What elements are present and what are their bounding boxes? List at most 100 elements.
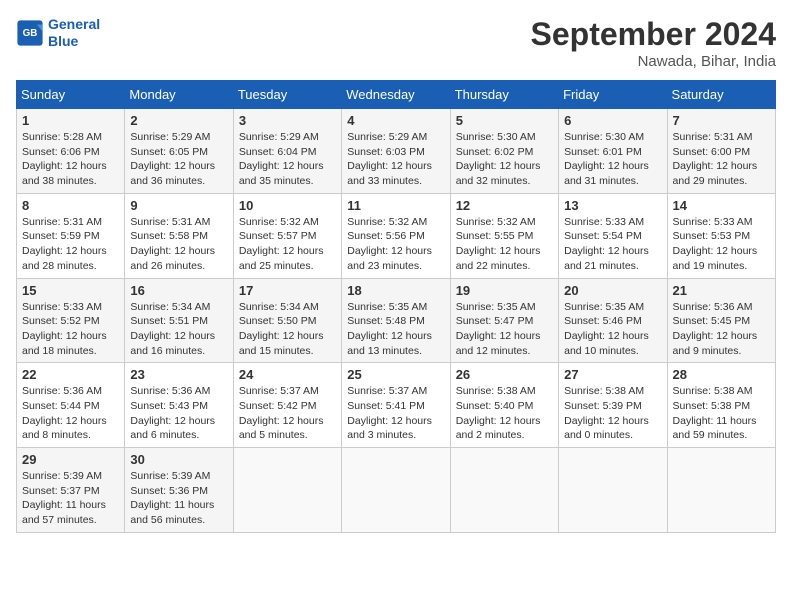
day-info: Sunrise: 5:33 AM Sunset: 5:52 PM Dayligh…: [22, 300, 119, 359]
day-info: Sunrise: 5:36 AM Sunset: 5:44 PM Dayligh…: [22, 384, 119, 443]
day-number: 1: [22, 113, 119, 128]
calendar-header: SundayMondayTuesdayWednesdayThursdayFrid…: [17, 81, 776, 109]
calendar-cell-4: 4Sunrise: 5:29 AM Sunset: 6:03 PM Daylig…: [342, 109, 450, 194]
day-info: Sunrise: 5:35 AM Sunset: 5:46 PM Dayligh…: [564, 300, 661, 359]
day-info: Sunrise: 5:28 AM Sunset: 6:06 PM Dayligh…: [22, 130, 119, 189]
day-number: 22: [22, 367, 119, 382]
logo: GB General Blue: [16, 16, 100, 50]
calendar-body: 1 Sunrise: 5:28 AM Sunset: 6:06 PM Daylig…: [17, 109, 776, 533]
header-day-friday: Friday: [559, 81, 667, 109]
calendar-cell-14: 14 Sunrise: 5:33 AM Sunset: 5:53 PM Dayli…: [667, 193, 775, 278]
day-number: 14: [673, 198, 770, 213]
day-info: Sunrise: 5:37 AM Sunset: 5:41 PM Dayligh…: [347, 384, 444, 443]
calendar-cell-23: 23 Sunrise: 5:36 AM Sunset: 5:43 PM Dayli…: [125, 363, 233, 448]
calendar-cell-19: 19 Sunrise: 5:35 AM Sunset: 5:47 PM Dayli…: [450, 278, 558, 363]
day-number: 16: [130, 283, 227, 298]
day-number: 20: [564, 283, 661, 298]
day-number: 27: [564, 367, 661, 382]
header-day-wednesday: Wednesday: [342, 81, 450, 109]
day-number: 17: [239, 283, 336, 298]
day-info: Sunrise: 5:39 AM Sunset: 5:36 PM Dayligh…: [130, 469, 227, 528]
day-number: 2: [130, 113, 227, 128]
calendar-cell-16: 16 Sunrise: 5:34 AM Sunset: 5:51 PM Dayli…: [125, 278, 233, 363]
day-number: 25: [347, 367, 444, 382]
day-info: Sunrise: 5:31 AM Sunset: 5:58 PM Dayligh…: [130, 215, 227, 274]
day-number: 21: [673, 283, 770, 298]
day-info: Sunrise: 5:30 AM Sunset: 6:02 PM Dayligh…: [456, 130, 553, 189]
day-info: Sunrise: 5:35 AM Sunset: 5:48 PM Dayligh…: [347, 300, 444, 359]
svg-text:GB: GB: [23, 28, 38, 39]
day-number: 7: [673, 113, 770, 128]
calendar-table: SundayMondayTuesdayWednesdayThursdayFrid…: [16, 80, 776, 533]
day-info: Sunrise: 5:32 AM Sunset: 5:56 PM Dayligh…: [347, 215, 444, 274]
calendar-cell-30: 30Sunrise: 5:39 AM Sunset: 5:36 PM Dayli…: [125, 448, 233, 533]
calendar-cell-6: 6Sunrise: 5:30 AM Sunset: 6:01 PM Daylig…: [559, 109, 667, 194]
day-info: Sunrise: 5:33 AM Sunset: 5:54 PM Dayligh…: [564, 215, 661, 274]
day-number: 19: [456, 283, 553, 298]
day-info: Sunrise: 5:29 AM Sunset: 6:04 PM Dayligh…: [239, 130, 336, 189]
calendar-cell-empty: [559, 448, 667, 533]
day-info: Sunrise: 5:29 AM Sunset: 6:03 PM Dayligh…: [347, 130, 444, 189]
logo-text: General Blue: [48, 16, 100, 50]
calendar-cell-empty: [342, 448, 450, 533]
day-number: 28: [673, 367, 770, 382]
month-title: September 2024: [531, 16, 776, 53]
calendar-week-2: 8 Sunrise: 5:31 AM Sunset: 5:59 PM Daylig…: [17, 193, 776, 278]
day-number: 5: [456, 113, 553, 128]
header-day-monday: Monday: [125, 81, 233, 109]
day-number: 9: [130, 198, 227, 213]
calendar-cell-29: 29 Sunrise: 5:39 AM Sunset: 5:37 PM Dayli…: [17, 448, 125, 533]
header-day-thursday: Thursday: [450, 81, 558, 109]
day-info: Sunrise: 5:33 AM Sunset: 5:53 PM Dayligh…: [673, 215, 770, 274]
day-info: Sunrise: 5:39 AM Sunset: 5:37 PM Dayligh…: [22, 469, 119, 528]
calendar-cell-27: 27Sunrise: 5:38 AM Sunset: 5:39 PM Dayli…: [559, 363, 667, 448]
calendar-cell-10: 10Sunrise: 5:32 AM Sunset: 5:57 PM Dayli…: [233, 193, 341, 278]
day-info: Sunrise: 5:38 AM Sunset: 5:38 PM Dayligh…: [673, 384, 770, 443]
calendar-cell-15: 15 Sunrise: 5:33 AM Sunset: 5:52 PM Dayli…: [17, 278, 125, 363]
calendar-cell-empty: [450, 448, 558, 533]
day-info: Sunrise: 5:35 AM Sunset: 5:47 PM Dayligh…: [456, 300, 553, 359]
header-day-saturday: Saturday: [667, 81, 775, 109]
day-info: Sunrise: 5:36 AM Sunset: 5:45 PM Dayligh…: [673, 300, 770, 359]
day-number: 24: [239, 367, 336, 382]
day-info: Sunrise: 5:36 AM Sunset: 5:43 PM Dayligh…: [130, 384, 227, 443]
day-number: 11: [347, 198, 444, 213]
day-info: Sunrise: 5:31 AM Sunset: 6:00 PM Dayligh…: [673, 130, 770, 189]
calendar-cell-5: 5 Sunrise: 5:30 AM Sunset: 6:02 PM Daylig…: [450, 109, 558, 194]
calendar-cell-1: 1 Sunrise: 5:28 AM Sunset: 6:06 PM Daylig…: [17, 109, 125, 194]
day-info: Sunrise: 5:32 AM Sunset: 5:55 PM Dayligh…: [456, 215, 553, 274]
calendar-week-5: 29 Sunrise: 5:39 AM Sunset: 5:37 PM Dayli…: [17, 448, 776, 533]
day-number: 23: [130, 367, 227, 382]
day-number: 15: [22, 283, 119, 298]
calendar-cell-20: 20 Sunrise: 5:35 AM Sunset: 5:46 PM Dayli…: [559, 278, 667, 363]
day-info: Sunrise: 5:38 AM Sunset: 5:40 PM Dayligh…: [456, 384, 553, 443]
logo-icon: GB: [16, 19, 44, 47]
calendar-week-1: 1 Sunrise: 5:28 AM Sunset: 6:06 PM Daylig…: [17, 109, 776, 194]
day-number: 8: [22, 198, 119, 213]
location: Nawada, Bihar, India: [531, 53, 776, 70]
day-info: Sunrise: 5:34 AM Sunset: 5:50 PM Dayligh…: [239, 300, 336, 359]
day-number: 29: [22, 452, 119, 467]
calendar-week-3: 15 Sunrise: 5:33 AM Sunset: 5:52 PM Dayli…: [17, 278, 776, 363]
calendar-cell-13: 13Sunrise: 5:33 AM Sunset: 5:54 PM Dayli…: [559, 193, 667, 278]
calendar-cell-7: 7 Sunrise: 5:31 AM Sunset: 6:00 PM Daylig…: [667, 109, 775, 194]
title-block: September 2024 Nawada, Bihar, India: [531, 16, 776, 70]
calendar-week-4: 22 Sunrise: 5:36 AM Sunset: 5:44 PM Dayli…: [17, 363, 776, 448]
logo-line1: General: [48, 16, 100, 32]
calendar-cell-24: 24Sunrise: 5:37 AM Sunset: 5:42 PM Dayli…: [233, 363, 341, 448]
day-info: Sunrise: 5:29 AM Sunset: 6:05 PM Dayligh…: [130, 130, 227, 189]
calendar-cell-9: 9 Sunrise: 5:31 AM Sunset: 5:58 PM Daylig…: [125, 193, 233, 278]
calendar-cell-22: 22 Sunrise: 5:36 AM Sunset: 5:44 PM Dayli…: [17, 363, 125, 448]
calendar-cell-18: 18Sunrise: 5:35 AM Sunset: 5:48 PM Dayli…: [342, 278, 450, 363]
day-info: Sunrise: 5:32 AM Sunset: 5:57 PM Dayligh…: [239, 215, 336, 274]
header-day-tuesday: Tuesday: [233, 81, 341, 109]
calendar-cell-17: 17 Sunrise: 5:34 AM Sunset: 5:50 PM Dayli…: [233, 278, 341, 363]
calendar-cell-11: 11 Sunrise: 5:32 AM Sunset: 5:56 PM Dayli…: [342, 193, 450, 278]
day-info: Sunrise: 5:34 AM Sunset: 5:51 PM Dayligh…: [130, 300, 227, 359]
calendar-cell-2: 2 Sunrise: 5:29 AM Sunset: 6:05 PM Daylig…: [125, 109, 233, 194]
day-number: 3: [239, 113, 336, 128]
day-info: Sunrise: 5:30 AM Sunset: 6:01 PM Dayligh…: [564, 130, 661, 189]
day-info: Sunrise: 5:31 AM Sunset: 5:59 PM Dayligh…: [22, 215, 119, 274]
calendar-cell-25: 25 Sunrise: 5:37 AM Sunset: 5:41 PM Dayli…: [342, 363, 450, 448]
calendar-cell-3: 3 Sunrise: 5:29 AM Sunset: 6:04 PM Daylig…: [233, 109, 341, 194]
